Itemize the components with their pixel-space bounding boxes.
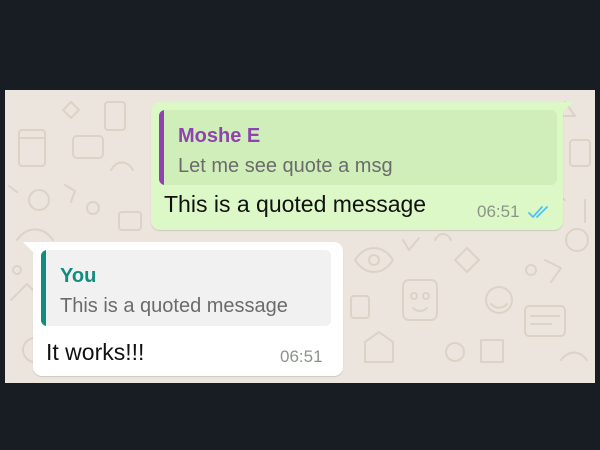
bubble-tail (561, 102, 573, 114)
outgoing-message-bubble[interactable]: Moshe E Let me see quote a msg This is a… (151, 102, 573, 230)
quote-text: Let me see quote a msg (178, 155, 393, 177)
quote-author: You (60, 265, 97, 287)
incoming-message-bubble[interactable]: You This is a quoted message It works!!!… (23, 242, 343, 376)
quote-accent-bar (159, 110, 164, 185)
bubble-tail (23, 242, 35, 254)
quoted-message[interactable]: Moshe E Let me see quote a msg (159, 110, 557, 185)
message-time: 06:51 (477, 202, 520, 221)
message-text: This is a quoted message (164, 191, 427, 217)
double-check-read-icon (528, 206, 548, 218)
quote-accent-bar (41, 250, 46, 326)
quoted-message[interactable]: You This is a quoted message (41, 250, 331, 326)
quote-author: Moshe E (178, 125, 261, 147)
screen-frame: Moshe E Let me see quote a msg This is a… (0, 0, 600, 450)
chat-background: Moshe E Let me see quote a msg This is a… (5, 90, 595, 383)
message-text: It works!!! (46, 339, 145, 365)
message-time: 06:51 (280, 347, 323, 366)
quote-text: This is a quoted message (60, 295, 288, 317)
